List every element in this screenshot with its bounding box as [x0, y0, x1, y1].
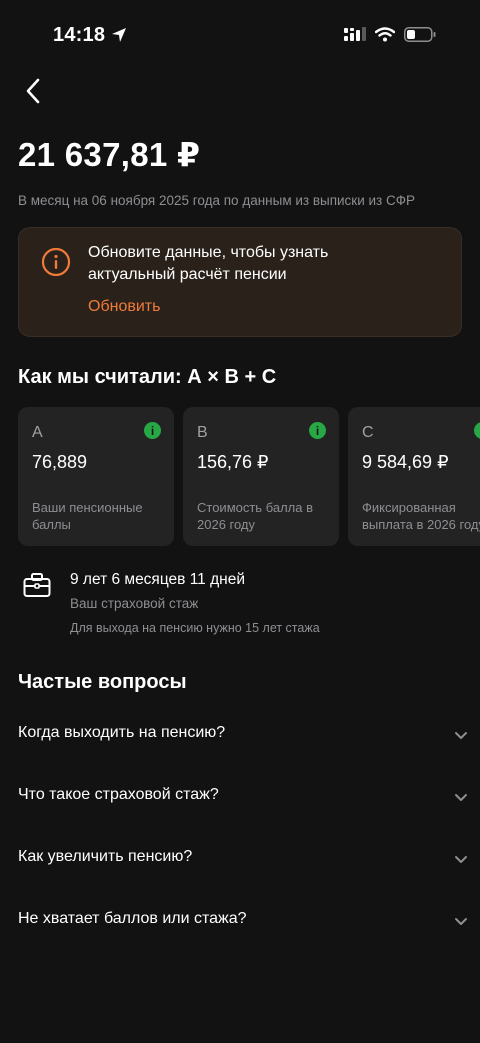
faq-question: Как увеличить пенсию? — [18, 848, 193, 865]
card-points[interactable]: А i 76,889 Ваши пенсионные баллы — [18, 407, 174, 546]
card-value: 156,76 ₽ — [197, 452, 269, 472]
faq-item-retirement-time[interactable]: Когда выходить на пенсию? — [18, 714, 468, 754]
experience-value: 9 лет 6 месяцев 11 дней — [70, 571, 245, 588]
card-letter: В — [197, 424, 208, 441]
chevron-down-icon — [454, 852, 468, 870]
faq-question: Не хватает баллов или стажа? — [18, 910, 247, 927]
wifi-icon — [374, 26, 396, 47]
chevron-down-icon — [454, 914, 468, 932]
faq-item-insurance-experience[interactable]: Что такое страховой стаж? — [18, 776, 468, 816]
pension-amount: 21 637,81 ₽ — [18, 136, 201, 173]
card-letter: А — [32, 424, 43, 441]
faq-item-increase-pension[interactable]: Как увеличить пенсию? — [18, 838, 468, 878]
card-point-cost[interactable]: В i 156,76 ₽ Стоимость балла в 2026 году — [183, 407, 339, 546]
location-arrow-icon — [111, 27, 127, 48]
chevron-left-icon — [26, 78, 40, 104]
info-icon[interactable]: i — [309, 422, 326, 439]
back-button[interactable] — [18, 76, 48, 106]
update-data-alert: Обновите данные, чтобы узнать актуальный… — [18, 227, 462, 337]
card-caption: Стоимость балла в 2026 году — [197, 500, 313, 532]
card-letter: С — [362, 424, 374, 441]
experience-note: Для выхода на пенсию нужно 15 лет стажа — [70, 621, 320, 635]
refresh-link[interactable]: Обновить — [88, 298, 160, 316]
faq-item-not-enough[interactable]: Не хватает баллов или стажа? — [18, 900, 468, 940]
faq-question: Когда выходить на пенсию? — [18, 724, 226, 741]
insurance-experience: 9 лет 6 месяцев 11 дней Ваш страховой ст… — [18, 568, 462, 640]
info-icon[interactable]: i — [474, 422, 480, 439]
card-value: 9 584,69 ₽ — [362, 452, 449, 472]
calculation-title: Как мы считали: А × В + С — [18, 366, 277, 388]
card-value: 76,889 — [32, 452, 88, 472]
status-bar: 14:18 — [0, 0, 480, 70]
experience-label: Ваш страховой стаж — [70, 596, 199, 611]
info-icon — [41, 247, 71, 282]
battery-icon — [404, 26, 436, 47]
chevron-down-icon — [454, 728, 468, 746]
card-caption: Фиксированная выплата в 2026 году — [362, 500, 480, 532]
status-time: 14:18 — [53, 24, 106, 46]
faq-title: Частые вопросы — [18, 671, 187, 693]
chevron-down-icon — [454, 790, 468, 808]
cellular-signal-icon — [344, 26, 366, 47]
card-caption: Ваши пенсионные баллы — [32, 500, 143, 532]
alert-message: Обновите данные, чтобы узнать актуальный… — [88, 244, 329, 283]
info-icon[interactable]: i — [144, 422, 161, 439]
calculation-cards[interactable]: А i 76,889 Ваши пенсионные баллы В i 156… — [18, 407, 480, 547]
faq-question: Что такое страховой стаж? — [18, 786, 219, 803]
status-indicators — [344, 26, 436, 47]
briefcase-icon — [23, 572, 51, 603]
pension-subtitle: В месяц на 06 ноября 2025 года по данным… — [18, 193, 416, 208]
card-fixed-payment[interactable]: С i 9 584,69 ₽ Фиксированная выплата в 2… — [348, 407, 480, 546]
